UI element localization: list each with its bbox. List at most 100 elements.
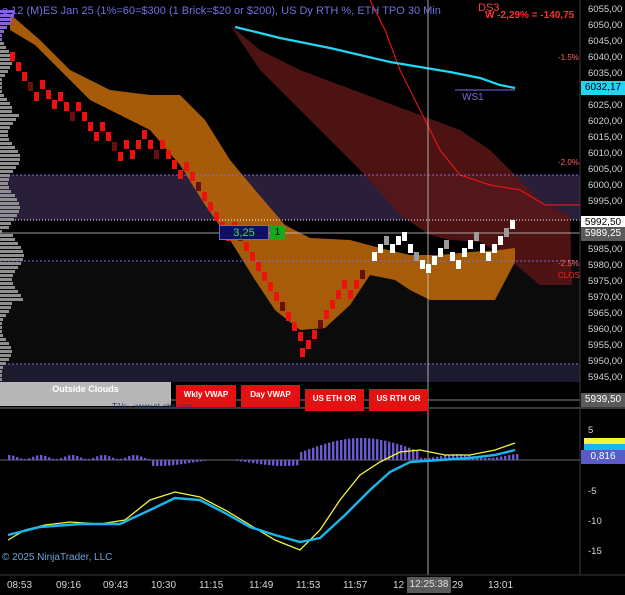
trade-qty-box[interactable]: 1 xyxy=(270,225,285,240)
histogram-bar xyxy=(312,447,315,460)
trade-value-box[interactable]: 3,25 xyxy=(219,225,269,240)
histogram-bar xyxy=(56,458,59,460)
lower-price-tag: 5939,50 xyxy=(581,393,625,407)
price-tick: 6050,00 xyxy=(588,20,623,31)
histogram-bar xyxy=(20,458,23,460)
renko-brick-red xyxy=(342,280,347,289)
time-tick: 09:16 xyxy=(56,580,82,591)
crosshair-time-tag: 12:25:38 xyxy=(407,577,451,593)
histogram-bar xyxy=(200,460,203,462)
chart-canvas[interactable] xyxy=(0,0,625,595)
profile-bar xyxy=(0,222,11,225)
renko-brick-red xyxy=(312,330,317,339)
histogram-bar xyxy=(144,458,147,460)
renko-brick-red xyxy=(94,132,99,141)
histogram-bar xyxy=(28,458,31,460)
renko-brick-red xyxy=(300,348,305,357)
momentum-histogram xyxy=(8,438,519,466)
profile-bar xyxy=(0,214,17,217)
close-label: CLOS xyxy=(558,271,580,280)
price-tick: 6015,00 xyxy=(588,132,623,143)
histogram-bar xyxy=(492,457,495,460)
profile-bar xyxy=(0,310,9,313)
time-tick: 29 xyxy=(452,580,464,591)
histogram-bar xyxy=(92,457,95,460)
price-tick: 6010,00 xyxy=(588,148,623,159)
histogram-bar xyxy=(60,458,63,460)
histogram-bar xyxy=(496,457,499,460)
profile-bar xyxy=(0,250,23,253)
renko-brick-red xyxy=(64,102,69,111)
profile-bar xyxy=(0,66,10,69)
renko-brick-red xyxy=(22,72,27,81)
histogram-bar xyxy=(408,447,411,460)
profile-bar xyxy=(0,238,15,241)
pct-label-2-0: -2.0% xyxy=(558,158,579,167)
histogram-bar xyxy=(316,446,319,460)
day-vwap-button[interactable]: Day VWAP xyxy=(241,385,300,407)
histogram-bar xyxy=(376,439,379,460)
profile-bar xyxy=(0,174,10,177)
us-rth-or-button[interactable]: US RTH OR xyxy=(369,389,428,411)
renko-brick-red xyxy=(82,112,87,121)
renko-brick-white xyxy=(396,236,401,245)
renko-brick-white xyxy=(420,260,425,269)
profile-bar xyxy=(0,370,2,373)
histogram-bar xyxy=(116,458,119,460)
renko-brick-red xyxy=(354,280,359,289)
profile-bar xyxy=(0,270,15,273)
histogram-bar xyxy=(424,457,427,460)
profile-bar xyxy=(0,78,2,81)
renko-brick-red xyxy=(76,102,81,111)
profile-bar xyxy=(0,94,4,97)
renko-brick-red xyxy=(106,132,111,141)
renko-brick-red xyxy=(274,292,279,301)
renko-brick-white xyxy=(480,244,485,253)
histogram-bar xyxy=(208,460,211,461)
histogram-bar xyxy=(248,460,251,463)
us-eth-or-button[interactable]: US ETH OR xyxy=(305,389,364,411)
price-tick: 5965,00 xyxy=(588,308,623,319)
profile-bar xyxy=(0,50,9,53)
histogram-bar xyxy=(380,439,383,460)
histogram-bar xyxy=(52,458,55,460)
histogram-bar xyxy=(332,441,335,460)
histogram-bar xyxy=(280,460,283,466)
profile-bar xyxy=(0,138,9,141)
renko-brick-red xyxy=(58,92,63,101)
histogram-bar xyxy=(192,460,195,463)
profile-bar xyxy=(0,262,21,265)
histogram-bar xyxy=(288,460,291,466)
profile-bar xyxy=(0,234,13,237)
ws1-label: WS1 xyxy=(462,92,484,103)
histogram-bar xyxy=(172,460,175,466)
price-tick: 5945,00 xyxy=(588,372,623,383)
renko-brick-white xyxy=(492,244,497,253)
profile-bar xyxy=(0,294,21,297)
profile-bar xyxy=(0,190,11,193)
histogram-bar xyxy=(108,456,111,460)
histogram-bar xyxy=(500,456,503,460)
price-tick: 5980,00 xyxy=(588,260,623,271)
price-tick: 5950,00 xyxy=(588,356,623,367)
time-tick: 11:57 xyxy=(343,580,368,591)
profile-bar xyxy=(0,82,2,85)
histogram-bar xyxy=(324,443,327,460)
renko-brick-red xyxy=(196,182,201,191)
histogram-bar xyxy=(24,458,27,460)
profile-bar xyxy=(0,198,17,201)
histogram-bar xyxy=(420,457,423,460)
histogram-bar xyxy=(48,457,51,460)
profile-bar xyxy=(0,46,6,49)
renko-brick-red xyxy=(306,340,311,349)
profile-bar xyxy=(0,282,13,285)
profile-bar xyxy=(0,170,13,173)
pnl-label: W -2,29% = -140,75 xyxy=(485,10,575,21)
histogram-bar xyxy=(488,457,491,460)
histogram-bar xyxy=(68,455,71,460)
histogram-bar xyxy=(16,457,19,460)
watermark: T1ls · www.nt-obs.com xyxy=(112,402,193,411)
renko-brick-white xyxy=(402,232,407,241)
profile-bar xyxy=(0,98,7,101)
renko-brick-red xyxy=(40,80,45,89)
